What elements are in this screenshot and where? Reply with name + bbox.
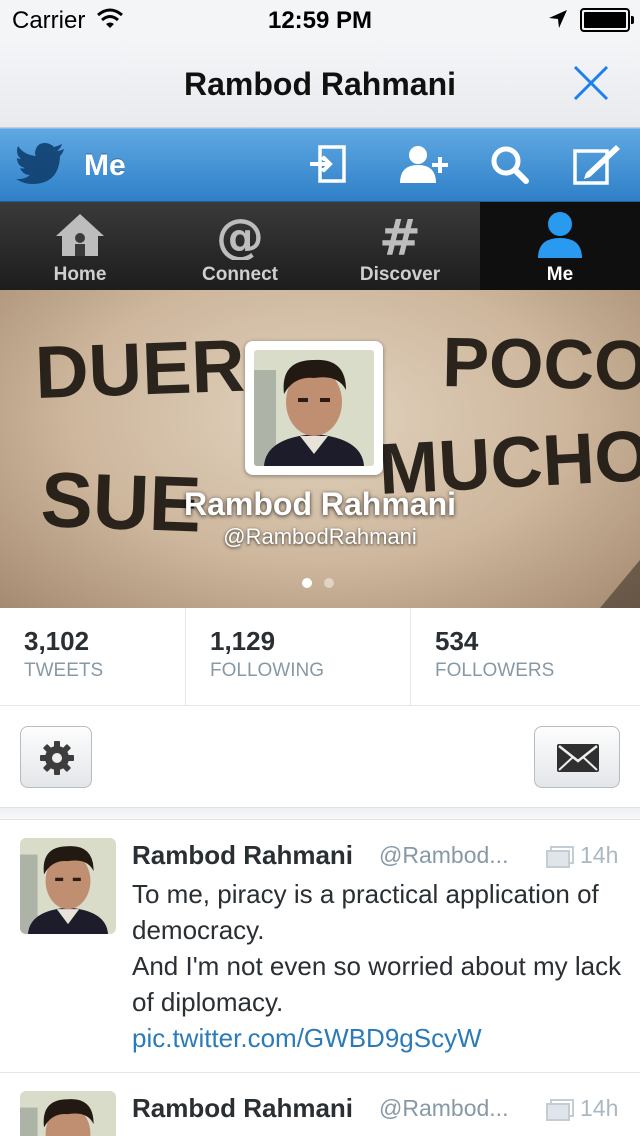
tab-me-label: Me — [546, 264, 574, 285]
page-dot[interactable] — [324, 578, 334, 588]
add-user-icon[interactable] — [398, 143, 450, 187]
hashtag-icon: # — [379, 210, 421, 260]
svg-text:POCO: POCO — [442, 323, 640, 405]
gear-icon — [40, 741, 74, 775]
close-icon[interactable] — [566, 58, 616, 108]
following-label: FOLLOWING — [210, 660, 325, 681]
tweet-author-handle: @Rambod... — [379, 1095, 509, 1121]
account-label: Me — [84, 149, 126, 182]
section-separator — [0, 808, 640, 820]
tweet-author-handle: @Rambod... — [379, 842, 509, 868]
profile-handle: @RambodRahmani — [223, 524, 417, 549]
tab-home[interactable]: Home — [0, 202, 160, 290]
search-icon[interactable] — [488, 143, 532, 187]
envelope-icon — [557, 744, 599, 772]
status-bar: Carrier 12:59 PM — [0, 0, 640, 40]
home-icon — [56, 214, 104, 256]
tweet-line: To me, piracy is a practical application… — [132, 879, 599, 945]
message-button[interactable] — [534, 726, 620, 788]
at-sign-icon: @ — [216, 210, 264, 260]
tweet-avatar[interactable] — [20, 1091, 116, 1136]
tab-discover-label: Discover — [359, 264, 441, 285]
avatar-photo — [254, 350, 374, 466]
tab-connect[interactable]: @ Connect — [160, 202, 320, 290]
tweet-line: And I'm not even so worried about my lac… — [132, 951, 622, 1017]
profile-stats: 3,102 TWEETS 1,129 FOLLOWING 534 FOLLOWE… — [0, 608, 640, 706]
tweet-avatar[interactable] — [20, 838, 116, 934]
svg-text:@: @ — [216, 210, 264, 260]
clock: 12:59 PM — [267, 7, 373, 34]
tweet-link[interactable]: pic.twitter.com/GWBD9gScyW — [132, 1020, 624, 1056]
location-arrow-icon — [549, 10, 567, 28]
tab-home-label: Home — [53, 264, 107, 285]
profile-actions — [0, 706, 640, 808]
compose-icon[interactable] — [572, 143, 622, 187]
settings-button[interactable] — [20, 726, 92, 788]
profile-name: Rambod Rahmani — [183, 486, 457, 522]
page-dot-active[interactable] — [302, 578, 312, 588]
following-count: 1,129 — [210, 626, 276, 656]
battery-icon — [580, 8, 634, 32]
followers-label: FOLLOWERS — [435, 660, 555, 681]
photo-attachment-icon — [546, 846, 574, 868]
tweet-author-name: Rambod Rahmani — [132, 840, 354, 870]
tweets-label: TWEETS — [24, 660, 104, 681]
person-icon — [538, 212, 582, 258]
tweet-item[interactable]: Rambod Rahmani @Rambod... 14h — [0, 1073, 640, 1136]
svg-text:DUER: DUER — [34, 324, 246, 414]
photo-attachment-icon — [546, 1099, 574, 1121]
tweet-text: To me, piracy is a practical application… — [132, 876, 624, 1056]
profile-header[interactable]: DUER POCO SUE MUCHO Rambod Rahmani @Ramb… — [0, 290, 640, 608]
tab-me[interactable]: Me — [480, 202, 640, 290]
stat-tweets[interactable]: 3,102 TWEETS — [0, 608, 186, 706]
tab-connect-label: Connect — [202, 264, 278, 285]
profile-avatar[interactable] — [245, 341, 383, 475]
stat-following[interactable]: 1,129 FOLLOWING — [186, 608, 411, 706]
tweet-timestamp: 14h — [580, 1095, 619, 1121]
tab-bar: Home @ Connect # Discover Me — [0, 202, 640, 290]
tweets-count: 3,102 — [24, 626, 90, 656]
avatar-photo — [20, 838, 116, 934]
svg-text:#: # — [379, 210, 421, 260]
tweet-item[interactable]: Rambod Rahmani @Rambod... 14h To me, pir… — [0, 820, 640, 1072]
sign-in-icon[interactable] — [306, 143, 350, 187]
twitter-bird-icon[interactable] — [16, 143, 66, 187]
tab-discover[interactable]: # Discover — [320, 202, 480, 290]
tweet-author-name: Rambod Rahmani — [132, 1093, 354, 1123]
tweet-timestamp: 14h — [580, 842, 619, 868]
followers-count: 534 — [435, 626, 479, 656]
page-title: Rambod Rahmani — [183, 66, 457, 102]
title-bar: Rambod Rahmani — [0, 40, 640, 128]
stat-followers[interactable]: 534 FOLLOWERS — [411, 608, 640, 706]
avatar-photo — [20, 1091, 116, 1136]
twitter-toolbar: Me — [0, 128, 640, 202]
